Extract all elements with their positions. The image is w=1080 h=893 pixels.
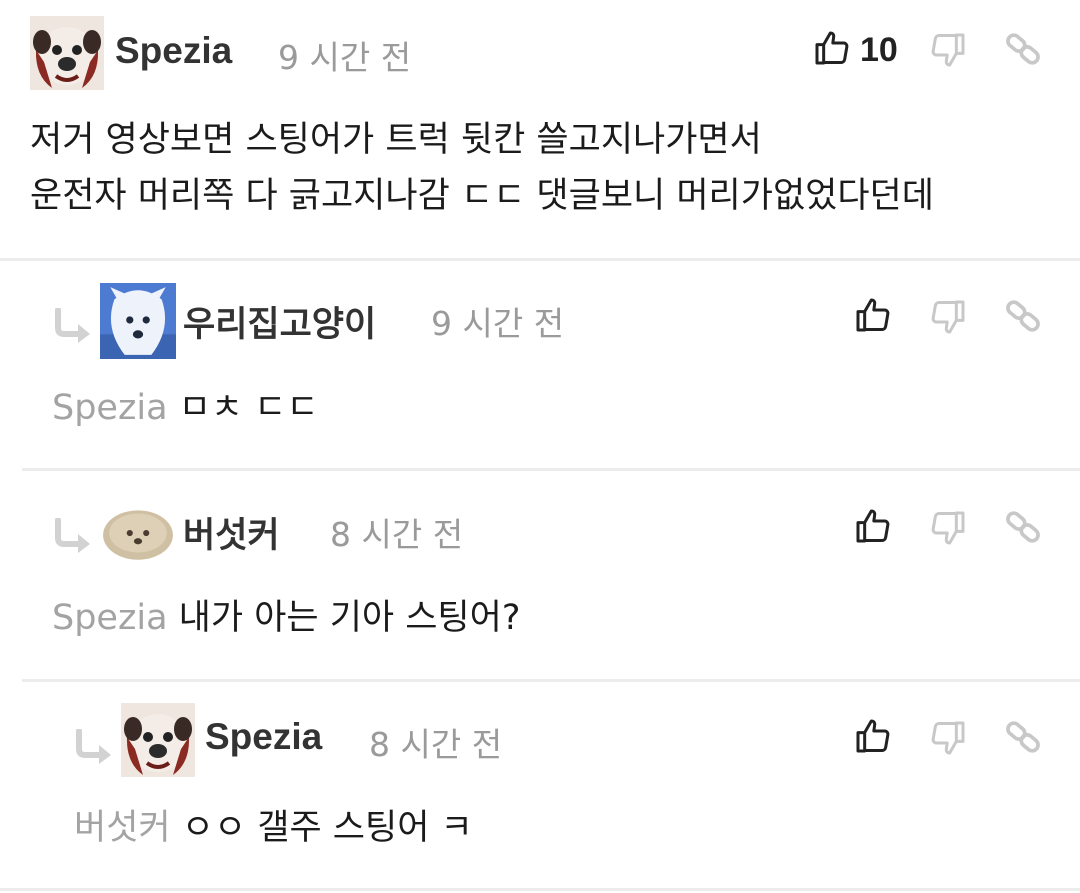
divider	[0, 258, 1080, 261]
reply-arrow-icon	[52, 308, 96, 344]
link-icon	[1003, 717, 1043, 757]
like-button[interactable]	[853, 295, 893, 335]
thumbs-up-icon	[853, 295, 893, 335]
reply-arrow-icon	[52, 518, 96, 554]
like-button[interactable]	[853, 506, 893, 546]
comment-time: 8 시간 전	[330, 515, 464, 554]
comment-author[interactable]: 우리집고양이	[183, 296, 376, 347]
avatar[interactable]	[30, 16, 104, 90]
link-icon	[1003, 296, 1043, 336]
comment-time: 8 시간 전	[369, 725, 503, 764]
link-button[interactable]	[1003, 507, 1043, 547]
thumbs-down-icon	[928, 30, 968, 70]
comment-author[interactable]: Spezia	[205, 716, 322, 758]
mention[interactable]: Spezia	[52, 388, 168, 428]
comment-body: 내가 아는 기아 스팅어?	[178, 598, 521, 638]
thumbs-down-icon	[928, 297, 968, 337]
thumbs-down-icon	[928, 508, 968, 548]
comment-body: ㅇㅇ 갤주 스팅어 ㅋ	[181, 808, 473, 848]
dislike-button[interactable]	[928, 718, 968, 758]
link-icon	[1003, 29, 1043, 69]
avatar[interactable]	[100, 494, 176, 570]
dislike-button[interactable]	[928, 508, 968, 548]
thumbs-up-icon	[853, 506, 893, 546]
comment-author[interactable]: 버섯커	[183, 507, 280, 558]
reply-arrow-icon	[73, 729, 117, 765]
comment-text-line-1: 저거 영상보면 스팅어가 트럭 뒷칸 쓸고지나가면서	[30, 120, 762, 160]
comment-text: Spezia ㅁㅊ ㄷㄷ	[52, 382, 319, 435]
thumbs-up-icon	[853, 716, 893, 756]
like-count: 10	[860, 31, 898, 69]
thumbs-down-icon	[928, 718, 968, 758]
link-icon	[1003, 507, 1043, 547]
mention[interactable]: Spezia	[52, 598, 168, 638]
divider	[22, 679, 1080, 682]
divider	[0, 888, 1080, 891]
like-button[interactable]	[853, 716, 893, 756]
thumbs-up-icon	[812, 28, 852, 68]
comment-text: 버섯커 ㅇㅇ 갤주 스팅어 ㅋ	[74, 802, 473, 855]
mention[interactable]: 버섯커	[74, 808, 171, 848]
dislike-button[interactable]	[928, 297, 968, 337]
avatar[interactable]	[121, 703, 195, 777]
link-button[interactable]	[1003, 717, 1043, 757]
comment-author[interactable]: Spezia	[115, 30, 232, 72]
comment-text-line-2: 운전자 머리쪽 다 긁고지나감 ㄷㄷ 댓글보니 머리가없었다던데	[30, 176, 934, 216]
link-button[interactable]	[1003, 296, 1043, 336]
comment-body: ㅁㅊ ㄷㄷ	[178, 388, 319, 428]
avatar[interactable]	[100, 283, 176, 359]
dislike-button[interactable]	[928, 30, 968, 70]
link-button[interactable]	[1003, 29, 1043, 69]
divider	[22, 468, 1080, 471]
comment-time: 9 시간 전	[431, 304, 565, 343]
like-button[interactable]	[812, 28, 852, 68]
comment-time: 9 시간 전	[278, 38, 412, 77]
comment-text: Spezia 내가 아는 기아 스팅어?	[52, 592, 520, 645]
